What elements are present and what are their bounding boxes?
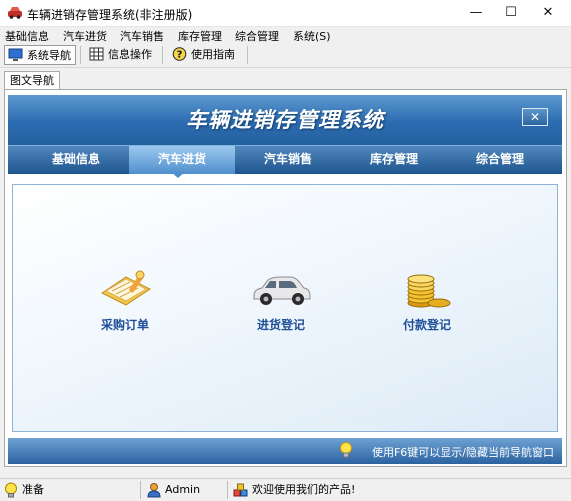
minimize-button[interactable]: —	[459, 0, 493, 26]
module-nav-bar: 基础信息 汽车进货 汽车销售 库存管理 综合管理	[8, 145, 562, 174]
menu-basic-info[interactable]: 基础信息	[5, 28, 49, 44]
info-ops-button[interactable]: 信息操作	[86, 45, 158, 65]
cubes-icon	[233, 483, 248, 497]
app-car-icon	[8, 7, 22, 19]
status-user: Admin	[143, 479, 227, 501]
goods-receipt-label: 进货登记	[256, 318, 305, 332]
menu-car-sales[interactable]: 汽车销售	[120, 28, 164, 44]
purchase-order-label: 采购订单	[100, 318, 149, 332]
user-guide-button[interactable]: ? 使用指南	[169, 45, 243, 65]
svg-text:?: ?	[177, 50, 183, 61]
toolbar-divider	[80, 46, 81, 64]
menu-general[interactable]: 综合管理	[235, 28, 279, 44]
toolbar-divider	[162, 46, 163, 64]
lightbulb-icon	[340, 442, 352, 458]
status-text: 准备	[22, 483, 44, 496]
active-tab-pointer	[171, 172, 185, 178]
banner: 车辆进销存管理系统 ✕	[8, 95, 562, 145]
status-divider	[140, 481, 141, 499]
close-button[interactable]: ✕	[531, 0, 565, 26]
info-ops-label: 信息操作	[108, 48, 152, 61]
gold-coins-icon	[407, 274, 451, 308]
menu-inventory[interactable]: 库存管理	[178, 28, 222, 44]
system-nav-label: 系统导航	[27, 49, 71, 62]
purchase-order-item[interactable]: 采购订单	[83, 269, 167, 333]
tab-car-purchase[interactable]: 汽车进货	[129, 146, 235, 174]
help-icon: ?	[172, 47, 187, 61]
user-guide-label: 使用指南	[191, 48, 235, 61]
welcome-text: 欢迎使用我们的产品!	[252, 483, 356, 496]
banner-close-button[interactable]: ✕	[522, 108, 548, 126]
payment-record-item[interactable]: 付款登记	[385, 269, 469, 333]
user-name: Admin	[165, 483, 201, 496]
status-ready: 准备	[0, 479, 140, 501]
status-bar: 准备 Admin 欢迎使用我们的产品!	[0, 478, 571, 501]
tab-basic-info[interactable]: 基础信息	[23, 146, 129, 174]
status-welcome: 欢迎使用我们的产品!	[230, 479, 430, 501]
menu-bar: 基础信息 汽车进货 汽车销售 库存管理 综合管理 系统(S)	[0, 27, 571, 43]
banner-title: 车辆进销存管理系统	[186, 108, 384, 132]
maximize-button[interactable]: ☐	[494, 0, 528, 26]
tab-graphic-nav[interactable]: 图文导航	[4, 71, 60, 90]
order-notepad-icon	[101, 270, 151, 306]
user-icon	[147, 483, 161, 498]
window-title: 车辆进销存管理系统(非注册版)	[27, 8, 193, 22]
tab-inventory[interactable]: 库存管理	[341, 146, 447, 174]
goods-receipt-item[interactable]: 进货登记	[239, 269, 323, 333]
payment-record-label: 付款登记	[402, 318, 451, 332]
status-divider	[227, 481, 228, 499]
system-nav-button[interactable]: 系统导航	[4, 45, 76, 65]
tab-car-sales[interactable]: 汽车销售	[235, 146, 341, 174]
hint-text: 使用F6键可以显示/隐藏当前导航窗口	[371, 446, 554, 459]
toolbar-divider	[247, 46, 248, 64]
monitor-icon	[8, 48, 23, 61]
hint-bar: 使用F6键可以显示/隐藏当前导航窗口	[8, 438, 562, 464]
car-icon	[253, 276, 311, 305]
function-panel: 采购订单 进货登记 付款登记	[12, 184, 558, 432]
tab-general-management[interactable]: 综合管理	[447, 146, 553, 174]
title-bar: 车辆进销存管理系统(非注册版) — ☐ ✕	[0, 0, 571, 27]
menu-car-purchase[interactable]: 汽车进货	[63, 28, 107, 44]
lightbulb-icon	[5, 482, 17, 498]
menu-system[interactable]: 系统(S)	[293, 28, 331, 44]
toolbar: 系统导航 信息操作 ? 使用指南	[0, 43, 571, 68]
grid-icon	[89, 47, 104, 61]
